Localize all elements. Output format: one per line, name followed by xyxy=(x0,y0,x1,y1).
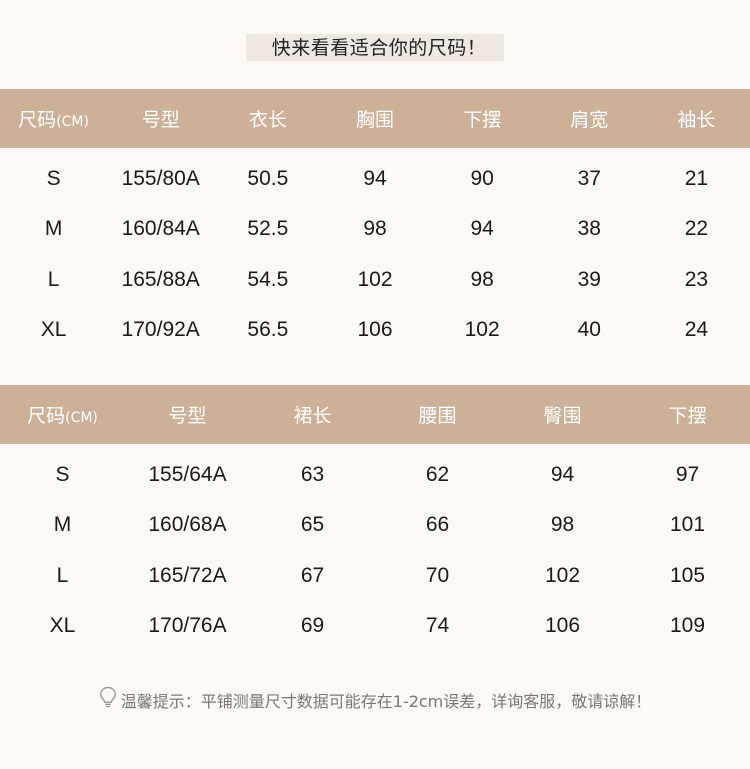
table-cell: 102 xyxy=(544,563,581,587)
table-cell: 105 xyxy=(669,563,706,587)
table-row: M 160/68A 65 66 98 101 xyxy=(0,500,750,550)
table-cell: L xyxy=(56,563,69,587)
table-row: L 165/72A 67 70 102 105 xyxy=(0,551,750,601)
table-cell: 106 xyxy=(357,318,393,342)
table-cell: 74 xyxy=(425,614,450,638)
header-model: 号型 xyxy=(141,109,180,131)
footer-note: 温馨提示：平铺测量尺寸数据可能存在1-2cm误差，详询客服，敬请谅解！ xyxy=(0,686,750,717)
header-skirt-length: 裙长 xyxy=(293,405,332,427)
table-row: XL 170/76A 69 74 106 109 xyxy=(0,601,750,651)
table-cell: 54.5 xyxy=(247,267,289,291)
bottom-size-table: 尺码(CM) 号型 裙长 腰围 臀围 下摆 S 155/64A 63 62 94… xyxy=(0,385,750,651)
table-cell: 165/72A xyxy=(148,563,227,587)
header-hip: 臀围 xyxy=(543,405,582,427)
table-cell: 94 xyxy=(550,463,575,487)
table-cell: 170/92A xyxy=(121,318,200,342)
table-cell: 40 xyxy=(577,318,601,342)
table-cell: XL xyxy=(49,614,76,638)
table-cell: 70 xyxy=(425,563,450,587)
header-hem: 下摆 xyxy=(668,405,707,427)
table-cell: 65 xyxy=(300,513,325,537)
table-cell: 155/64A xyxy=(148,463,227,487)
table-cell: 23 xyxy=(684,267,709,291)
table-row: XL 170/92A 56.5 106 102 40 24 xyxy=(0,305,750,355)
table-row: S 155/64A 63 62 94 97 xyxy=(0,450,750,500)
table-cell: 62 xyxy=(425,463,450,487)
table-cell: 94 xyxy=(470,217,494,241)
table-cell: 94 xyxy=(363,167,387,191)
table-cell: L xyxy=(47,267,60,291)
top-size-table: 尺码(CM) 号型 衣长 胸围 下摆 肩宽 袖长 S 155/80A 50.5 … xyxy=(0,89,750,355)
table-cell: 155/80A xyxy=(121,167,200,191)
table-cell: M xyxy=(44,217,63,241)
table-cell: XL xyxy=(40,318,67,342)
table-cell: 160/84A xyxy=(121,217,200,241)
header-shoulder: 肩宽 xyxy=(570,109,609,131)
table-cell: 102 xyxy=(357,267,393,291)
table-cell: 67 xyxy=(300,563,325,587)
header-model: 号型 xyxy=(168,405,207,427)
table-cell: 165/88A xyxy=(121,267,200,291)
table-row: L 165/88A 54.5 102 98 39 23 xyxy=(0,255,750,305)
table-cell: 56.5 xyxy=(247,318,289,342)
table-cell: 101 xyxy=(669,513,706,537)
table-row: S 155/80A 50.5 94 90 37 21 xyxy=(0,154,750,204)
lightbulb-icon xyxy=(99,686,117,715)
table-cell: 98 xyxy=(550,513,575,537)
table-cell: 98 xyxy=(470,267,494,291)
table-cell: 170/76A xyxy=(148,614,227,638)
table-cell: S xyxy=(46,167,61,191)
table-cell: 106 xyxy=(544,614,581,638)
header-hem: 下摆 xyxy=(463,109,502,131)
table-cell: 24 xyxy=(684,318,709,342)
table-cell: 38 xyxy=(577,217,601,241)
header-size: 尺码(CM) xyxy=(18,109,89,131)
table-cell: 66 xyxy=(425,513,450,537)
table-cell: 160/68A xyxy=(148,513,227,537)
top-table-header: 尺码(CM) 号型 衣长 胸围 下摆 肩宽 袖长 xyxy=(0,89,750,148)
table-cell: 97 xyxy=(675,463,700,487)
table-cell: S xyxy=(55,463,70,487)
table-cell: 109 xyxy=(669,614,706,638)
table-cell: 90 xyxy=(470,167,494,191)
table-cell: 21 xyxy=(684,167,709,191)
table-cell: 52.5 xyxy=(247,217,289,241)
top-table-body: S 155/80A 50.5 94 90 37 21 M 160/84A 52.… xyxy=(0,148,750,355)
table-cell: 37 xyxy=(577,167,601,191)
bottom-table-body: S 155/64A 63 62 94 97 M 160/68A 65 66 98… xyxy=(0,444,750,651)
table-cell: 63 xyxy=(300,463,325,487)
table-row: M 160/84A 52.5 98 94 38 22 xyxy=(0,204,750,254)
table-cell: 102 xyxy=(464,318,500,342)
table-cell: 22 xyxy=(684,217,709,241)
table-cell: 50.5 xyxy=(247,167,289,191)
table-cell: 98 xyxy=(363,217,387,241)
page-title: 快来看看适合你的尺码！ xyxy=(245,34,505,61)
header-waist: 腰围 xyxy=(418,405,457,427)
footer-text: 温馨提示：平铺测量尺寸数据可能存在1-2cm误差，详询客服，敬请谅解！ xyxy=(120,692,652,711)
header-length: 衣长 xyxy=(248,109,287,131)
header-chest: 胸围 xyxy=(355,109,394,131)
header-sleeve: 袖长 xyxy=(677,109,716,131)
table-cell: M xyxy=(53,513,72,537)
title-wrap: 快来看看适合你的尺码！ xyxy=(0,34,750,61)
bottom-table-header: 尺码(CM) 号型 裙长 腰围 臀围 下摆 xyxy=(0,385,750,444)
table-cell: 39 xyxy=(577,267,601,291)
header-size: 尺码(CM) xyxy=(27,405,98,427)
table-cell: 69 xyxy=(300,614,325,638)
